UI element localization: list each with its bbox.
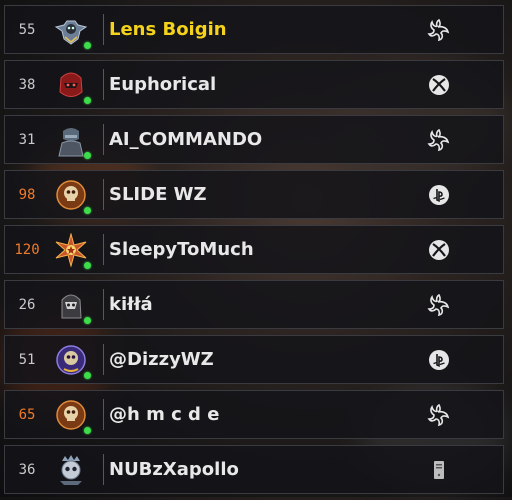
online-status-dot [84, 426, 91, 434]
row-divider [103, 179, 104, 210]
player-row[interactable]: 98 SLIDE WZ [4, 170, 504, 219]
purple-skull-emblem [51, 340, 91, 380]
player-name: Lens Boigin [109, 19, 227, 40]
row-divider [103, 69, 104, 100]
online-status-dot [84, 96, 91, 104]
battlenet-icon [427, 128, 451, 152]
player-row[interactable]: 55 Lens Boigin [4, 5, 504, 54]
playstation-icon [427, 348, 451, 372]
player-row[interactable]: 51 @DizzyWZ [4, 335, 504, 384]
player-row[interactable]: 38 Euphorical [4, 60, 504, 109]
player-level: 98 [18, 186, 36, 203]
skull-crown-emblem [51, 450, 91, 490]
player-row[interactable]: 31 AI_COMMANDO [4, 115, 504, 164]
player-level: 36 [18, 461, 36, 478]
online-status-dot [84, 206, 91, 214]
player-name: @DizzyWZ [109, 349, 214, 370]
player-row[interactable]: 120 SleepyToMuch [4, 225, 504, 274]
row-divider [103, 124, 104, 155]
online-status-dot [84, 316, 91, 324]
pc-tower-icon [427, 458, 451, 482]
row-divider [103, 14, 104, 45]
player-level: 38 [18, 76, 36, 93]
player-name: kiłłá [109, 294, 153, 315]
player-level: 51 [18, 351, 36, 368]
row-divider [103, 289, 104, 320]
xbox-icon [427, 73, 451, 97]
online-status-dot [84, 261, 91, 269]
battlenet-icon [427, 18, 451, 42]
online-status-dot [84, 151, 91, 159]
winged-skull-emblem [51, 10, 91, 50]
playstation-icon [427, 183, 451, 207]
player-row[interactable]: 26 kiłłá [4, 280, 504, 329]
red-helmet-emblem [51, 65, 91, 105]
player-level: 65 [18, 406, 36, 423]
prestige-skull-emblem [51, 175, 91, 215]
friends-list: 55 Lens Boigin 38 Euphorical 31 AI_COMMA… [4, 5, 504, 500]
star-badge-emblem [51, 230, 91, 270]
player-name: NUBzXapollo [109, 459, 239, 480]
row-divider [103, 454, 104, 485]
player-level: 55 [18, 21, 36, 38]
player-name: Euphorical [109, 74, 217, 95]
battlenet-icon [427, 403, 451, 427]
player-name: @h m c d e [109, 404, 220, 425]
soldier-emblem [51, 120, 91, 160]
player-level: 26 [18, 296, 36, 313]
ghost-emblem [51, 285, 91, 325]
player-name: AI_COMMANDO [109, 129, 263, 150]
row-divider [103, 344, 104, 375]
player-level: 31 [18, 131, 36, 148]
battlenet-icon [427, 293, 451, 317]
player-row[interactable]: 36 NUBzXapollo [4, 445, 504, 494]
player-name: SLIDE WZ [109, 184, 207, 205]
online-status-dot [84, 41, 91, 49]
row-divider [103, 234, 104, 265]
row-divider [103, 399, 104, 430]
online-status-dot [84, 371, 91, 379]
xbox-icon [427, 238, 451, 262]
player-row[interactable]: 65 @h m c d e [4, 390, 504, 439]
prestige-skull-emblem [51, 395, 91, 435]
player-level: 120 [14, 241, 40, 258]
player-name: SleepyToMuch [109, 239, 254, 260]
